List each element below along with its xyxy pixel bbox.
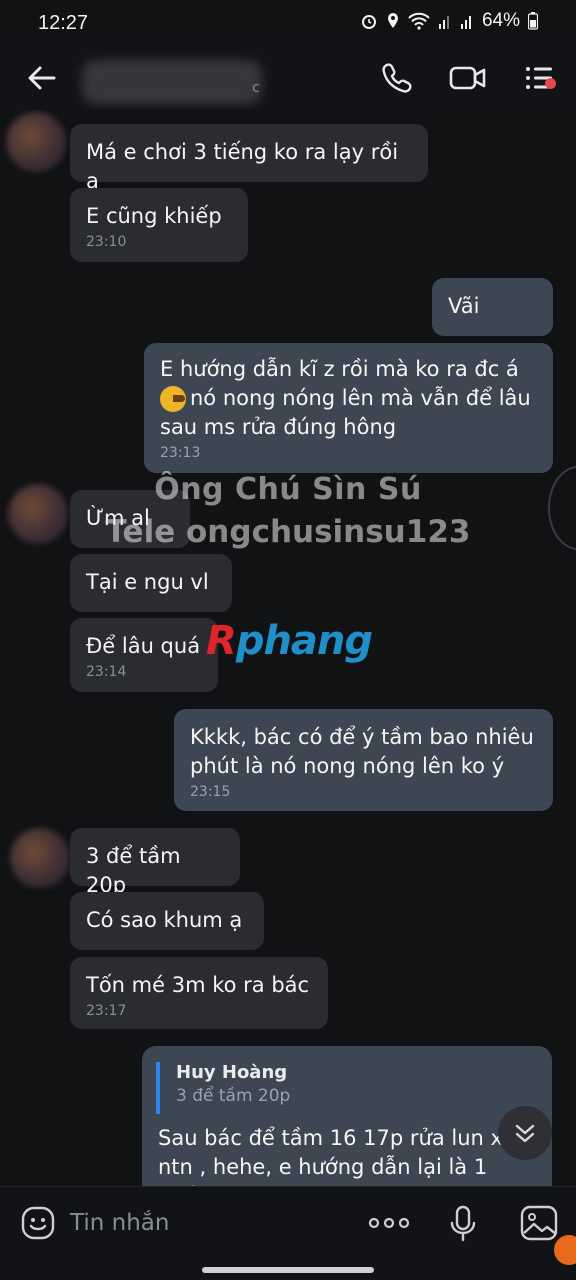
message-bubble-outgoing[interactable]: Vãi [432, 278, 553, 336]
message-time: 23:17 [86, 1003, 127, 1019]
message-time: 23:14 [86, 664, 127, 680]
message-bubble-incoming[interactable]: 3 để tầm 20p [70, 828, 240, 897]
message-text-line: E hướng dẫn kĩ z rồi mà ko ra đc á [160, 357, 519, 381]
message-text: Để lâu quá [86, 634, 201, 658]
avatar[interactable] [10, 828, 70, 888]
message-time: 23:13 [160, 445, 201, 461]
message-text: Tốn mé 3m ko ra bác [86, 973, 310, 997]
watermark-logo: Rphang [206, 618, 373, 664]
message-bubble-incoming[interactable]: Tốn mé 3m ko ra bác 23:17 [70, 957, 328, 1029]
wifi-icon [408, 12, 430, 30]
alarm-icon [361, 15, 376, 29]
reply-text-line: Sau bác để tầm 16 17p rửa lun x [158, 1126, 503, 1150]
message-input[interactable] [70, 1205, 350, 1241]
quoted-author: Huy Hoàng [176, 1062, 288, 1083]
gallery-icon[interactable] [520, 1205, 558, 1241]
chat-header: c [0, 46, 576, 110]
home-indicator[interactable] [202, 1267, 374, 1273]
status-bar: 12:27 64% [0, 0, 576, 46]
message-bubble-incoming[interactable]: E cũng khiếp 23:10 [70, 188, 248, 262]
reply-text-line: ntn , hehe, e hướng dẫn lại là 1 phát [158, 1155, 488, 1186]
location-icon [387, 13, 398, 28]
more-icon[interactable] [366, 1211, 412, 1235]
logo-text: phang [235, 618, 373, 664]
battery-icon [528, 12, 538, 30]
phone-icon[interactable] [378, 60, 418, 96]
quoted-text: 3 để tầm 20p [176, 1086, 291, 1106]
scroll-down-button[interactable] [498, 1106, 552, 1160]
signal-2-icon [460, 16, 471, 29]
reply-message-bubble[interactable]: Huy Hoàng 3 để tầm 20p Sau bác để tầm 16… [142, 1046, 552, 1186]
message-bubble-incoming[interactable]: Có sao khum ạ [70, 892, 264, 950]
logo-initial: R [206, 618, 237, 664]
back-arrow-icon[interactable] [24, 62, 60, 94]
battery-percent: 64% [481, 10, 520, 31]
emoji-icon[interactable] [20, 1205, 56, 1241]
watermark-line-1: Ông Chú Sìn Sú [154, 472, 422, 507]
status-icons: 64% [360, 10, 538, 32]
notification-dot [545, 78, 556, 89]
emoji-icon [160, 386, 186, 412]
chevron-down-icon [515, 1124, 535, 1143]
contact-subtitle: c [252, 80, 260, 96]
chat-area[interactable]: Má e chơi 3 tiếng ko ra lạy rồi a E cũng… [0, 110, 576, 1186]
message-text-line: sau ms rửa đúng hông [160, 415, 397, 439]
signal-1-icon [438, 16, 449, 29]
message-input-bar [0, 1186, 576, 1280]
menu-button[interactable] [522, 60, 570, 96]
mic-icon[interactable] [448, 1205, 478, 1243]
watermark-line-2: Tele ongchusinsu123 [105, 514, 471, 550]
message-text: Tại e ngu vl [86, 570, 209, 594]
floating-badge[interactable] [554, 1235, 576, 1265]
message-text: 3 để tầm 20p [86, 844, 181, 897]
message-time: 23:15 [190, 784, 231, 800]
message-text-line: Kkkk, bác có để ý tầm bao nhiêu [190, 725, 534, 749]
message-text: Vãi [448, 294, 480, 318]
reply-text: Sau bác để tầm 16 17p rửa lun x ntn , he… [158, 1124, 538, 1186]
message-bubble-incoming[interactable]: Để lâu quá 23:14 [70, 618, 218, 692]
status-time: 12:27 [38, 12, 89, 34]
message-text: Má e chơi 3 tiếng ko ra lạy rồi a [86, 140, 399, 193]
message-bubble-outgoing[interactable]: Kkkk, bác có để ý tầm bao nhiêu phút là … [174, 709, 553, 811]
avatar[interactable] [6, 112, 66, 172]
message-time: 23:10 [86, 234, 127, 250]
message-text-line: nó nong nóng lên mà vẫn để lâu [190, 386, 531, 410]
message-bubble-incoming[interactable]: Tại e ngu vl [70, 554, 232, 612]
message-text: E cũng khiếp [86, 204, 222, 228]
message-text-line: phút là nó nong nóng lên ko ý [190, 754, 505, 778]
video-icon[interactable] [448, 60, 488, 96]
message-text: Có sao khum ạ [86, 908, 243, 932]
contact-name-blurred[interactable] [82, 60, 262, 104]
message-bubble-outgoing[interactable]: E hướng dẫn kĩ z rồi mà ko ra đc á nó no… [144, 343, 553, 473]
quoted-message[interactable]: Huy Hoàng 3 để tầm 20p [156, 1062, 536, 1114]
message-bubble-incoming[interactable]: Má e chơi 3 tiếng ko ra lạy rồi a [70, 124, 428, 193]
